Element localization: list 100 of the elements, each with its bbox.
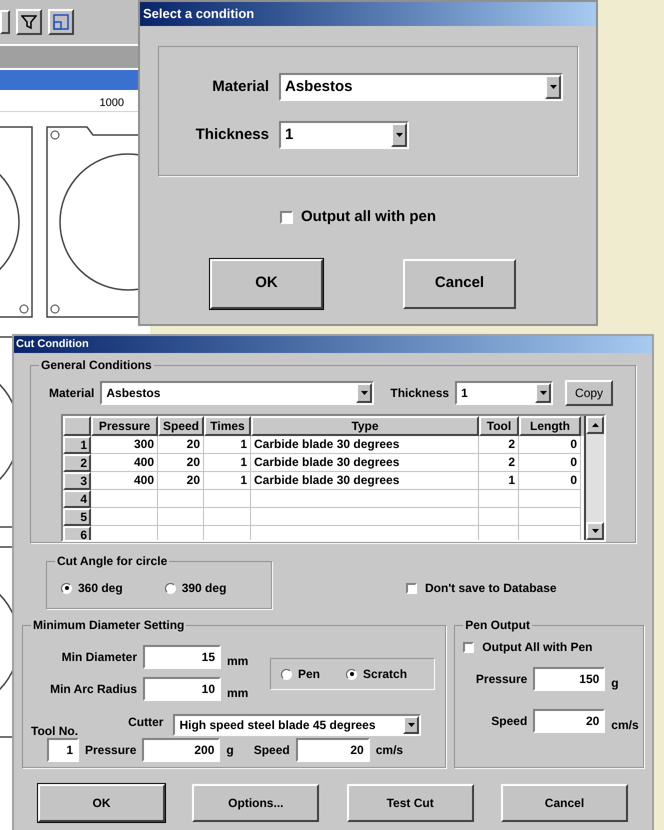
caret-icon [408,723,415,727]
scrollbar[interactable] [584,416,604,540]
radio-label: 360 deg [78,580,123,597]
table-cell: 2 [479,436,519,454]
dropdown-field[interactable]: High speed steel blade 45 degrees [173,714,422,736]
dropdown-field[interactable]: Asbestos [279,73,563,101]
row-number: 2 [63,454,91,472]
caret-icon [396,133,402,137]
field-label: Speed [490,713,528,730]
table-cell: 2 [479,454,519,472]
row-number: 1 [63,436,91,454]
table-cell: 300 [91,436,158,454]
row-number: 3 [63,472,91,490]
scroll-up-icon [592,423,598,427]
checkbox-label: Output All with Pen [482,639,593,656]
dropdown-button[interactable] [403,716,420,734]
table-cell: 20 [158,436,204,454]
dropdown-field[interactable]: 1 [279,121,409,149]
field-label: Min Diameter [60,649,137,666]
table-cell: 1 [204,472,251,490]
field-label: cm/s [611,717,639,734]
table-cell: 400 [91,472,158,490]
dialog-button[interactable]: OK [210,258,323,308]
dropdown-button[interactable] [356,383,372,403]
number-field[interactable]: 20 [533,709,606,733]
dialog-button[interactable]: Cancel [500,784,628,822]
empty-cell [479,490,519,508]
dialog-button[interactable]: OK [38,784,165,822]
radio-label: 390 deg [182,580,226,597]
number-field[interactable]: 20 [296,738,370,762]
checkbox[interactable] [406,582,417,594]
field-label: g [226,742,234,759]
column-header[interactable]: Pressure [91,416,158,436]
table-cell: 1 [479,472,519,490]
table-cell: 0 [519,454,581,472]
table-cell: Carbide blade 30 degrees [251,454,479,472]
field-label: Tool No. [31,723,78,740]
checkbox-label: Output all with pen [301,207,436,227]
dropdown-button[interactable] [535,383,552,403]
row-number: 4 [63,490,91,508]
column-header[interactable]: Speed [158,416,204,436]
field-label: mm [227,653,248,670]
number-field[interactable]: 10 [143,677,221,701]
field-label: g [611,675,619,692]
field-label: Material [211,76,269,97]
empty-cell [479,508,519,526]
funnel-icon [21,14,37,30]
field-label: Pressure [474,671,528,688]
group-title: Cut Angle for circle [55,553,170,569]
table-cell: Carbide blade 30 degrees [251,436,479,454]
table-cell: 20 [158,472,204,490]
field-label: mm [227,685,248,702]
caret-icon [550,85,556,89]
table-cell: Carbide blade 30 degrees [251,472,479,490]
dialog-button[interactable]: Cancel [403,258,516,308]
checkbox[interactable] [463,642,474,652]
column-header[interactable]: Length [519,416,581,436]
table-cell: 400 [91,454,158,472]
dropdown-button[interactable] [545,75,561,99]
table-cell: 20 [158,454,204,472]
radio-button[interactable] [61,582,72,594]
dialog-button[interactable]: Options... [192,784,320,822]
window-title: Select a condition [140,2,596,26]
caret-icon [360,391,368,395]
field-label: Min Arc Radius [49,681,137,698]
dropdown-field[interactable]: Asbestos [100,381,374,405]
table-cell: 0 [519,436,581,454]
column-header[interactable]: Type [251,416,479,436]
column-header[interactable]: Times [204,416,251,436]
scroll-down-icon [592,529,598,533]
empty-cell [204,490,251,508]
empty-cell [519,490,581,508]
field-label: Pressure [85,742,136,759]
table-cell: 1 [204,436,251,454]
empty-cell [519,508,581,526]
radio-label: Scratch [363,666,408,683]
number-field[interactable]: 1 [47,738,79,762]
window-title: Cut Condition [14,336,652,353]
number-field[interactable]: 15 [143,645,221,669]
column-header[interactable]: Tool [479,416,519,436]
field-label: Cutter [128,714,164,731]
checkbox-label: Don't save to Database [425,580,557,597]
ruler-label: 1000 [100,96,124,110]
dialog-button[interactable]: Test Cut [346,784,474,822]
number-field[interactable]: 200 [142,738,220,762]
field-label: Thickness [390,385,450,402]
empty-cell [204,508,251,526]
empty-cell [158,508,204,526]
copy-button[interactable]: Copy [565,380,614,406]
checkbox[interactable] [280,210,293,224]
field-label: Material [49,385,94,402]
number-field[interactable]: 150 [533,667,606,691]
group-title: Minimum Diameter Setting [31,617,186,633]
radio-button[interactable] [164,582,176,594]
radio-button[interactable] [346,668,358,680]
radio-button[interactable] [281,668,292,680]
dropdown-field[interactable]: 1 [455,381,554,405]
dropdown-button[interactable] [391,123,407,147]
radio-label: Pen [298,666,320,683]
caret-icon [540,391,547,395]
